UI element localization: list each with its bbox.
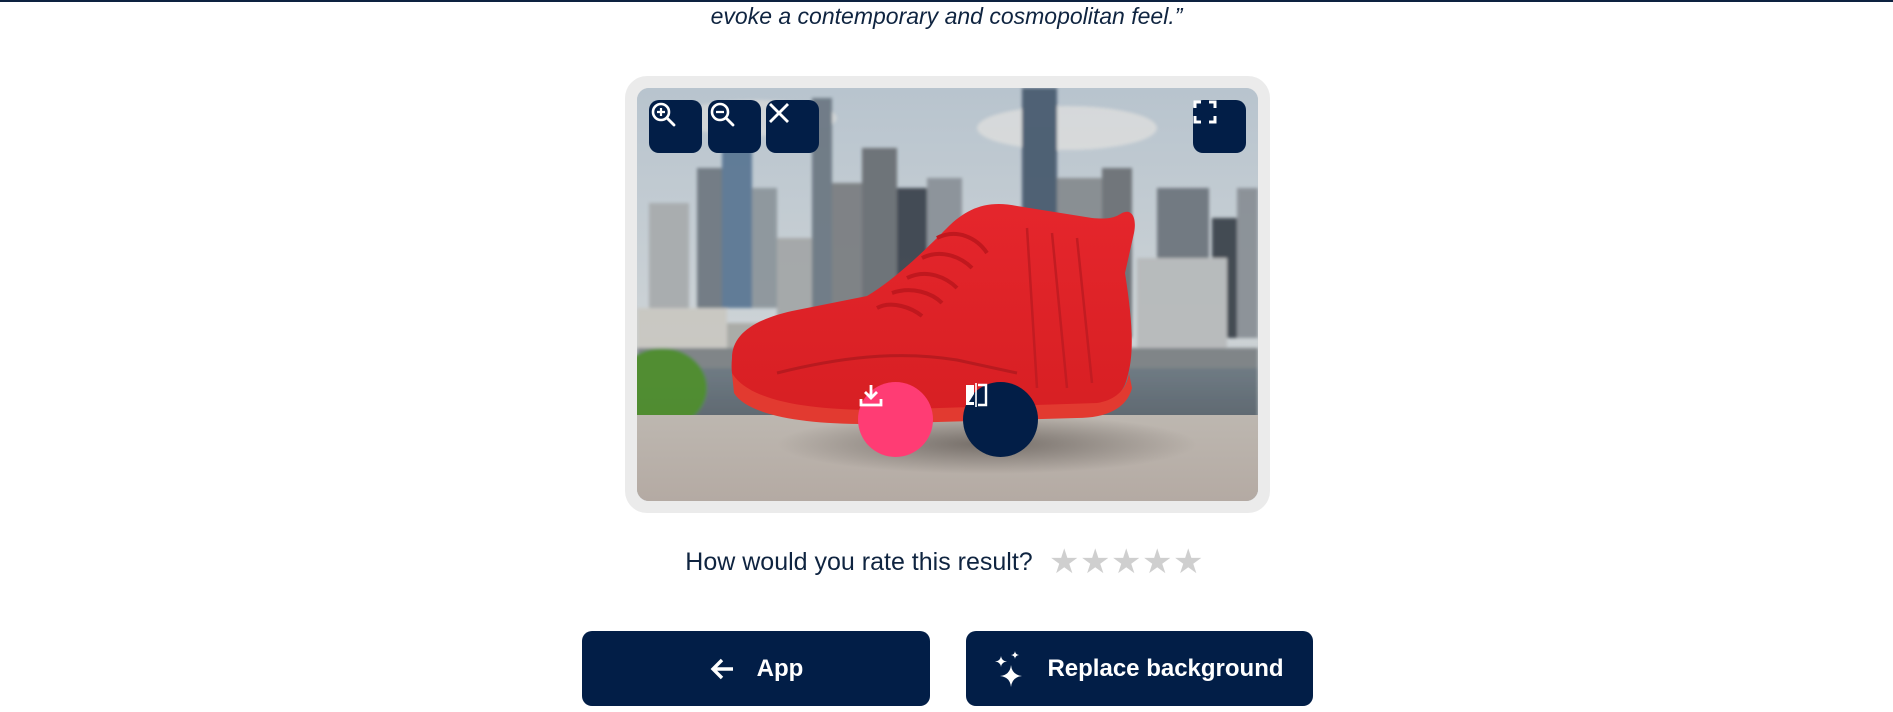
zoom-in-button[interactable] <box>649 100 702 153</box>
zoom-out-button[interactable] <box>708 100 761 153</box>
rating-star-2[interactable]: ★ <box>1080 545 1111 579</box>
rating-question: How would you rate this result? <box>685 547 1033 576</box>
replace-button-label: Replace background <box>1047 654 1284 682</box>
fullscreen-icon <box>1193 100 1217 124</box>
image-result-card <box>625 76 1270 513</box>
prompt-quote-text: evoke a contemporary and cosmopolitan fe… <box>710 3 1183 29</box>
back-button-label: App <box>756 654 804 682</box>
rating-row: How would you rate this result? ★ ★ ★ ★ … <box>0 545 1893 579</box>
fullscreen-button[interactable] <box>1193 100 1246 153</box>
arrow-left-icon <box>709 657 735 681</box>
rating-star-4[interactable]: ★ <box>1142 545 1173 579</box>
rating-star-3[interactable]: ★ <box>1111 545 1142 579</box>
close-button[interactable] <box>766 100 819 153</box>
compare-button[interactable] <box>963 382 1038 457</box>
download-button[interactable] <box>858 382 933 457</box>
rating-star-1[interactable]: ★ <box>1049 545 1080 579</box>
rating-star-5[interactable]: ★ <box>1173 545 1204 579</box>
result-image-viewport[interactable] <box>637 88 1258 501</box>
close-icon <box>769 103 789 123</box>
download-icon <box>859 385 883 407</box>
zoom-out-icon <box>710 102 735 127</box>
zoom-in-icon <box>651 102 676 127</box>
compare-icon <box>966 383 988 407</box>
sparkles-icon <box>995 650 1025 687</box>
back-to-app-button[interactable]: App <box>582 631 930 706</box>
replace-background-button[interactable]: Replace background <box>966 631 1313 706</box>
